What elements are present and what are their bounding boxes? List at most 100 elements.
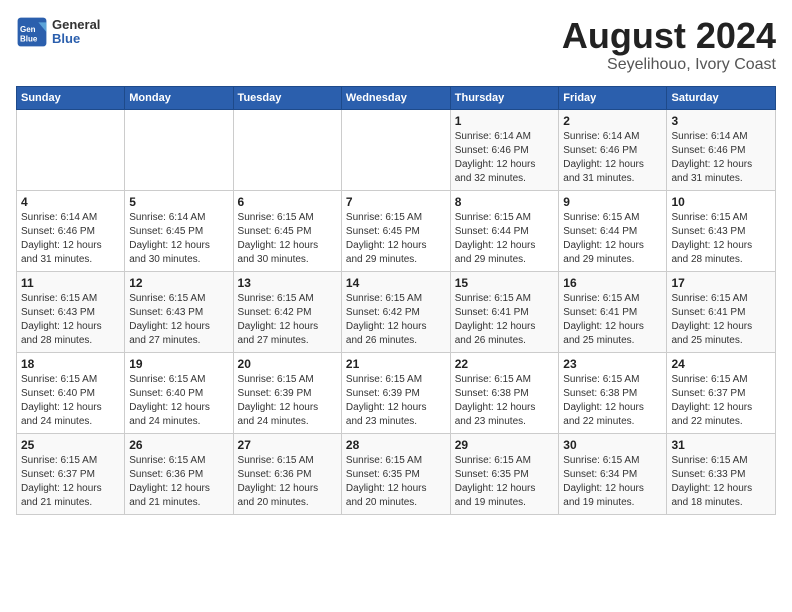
calendar-cell [17,109,125,190]
days-of-week-row: SundayMondayTuesdayWednesdayThursdayFrid… [17,86,776,109]
calendar-cell [233,109,341,190]
calendar-cell: 19Sunrise: 6:15 AM Sunset: 6:40 PM Dayli… [125,352,233,433]
day-number: 14 [346,276,446,290]
day-of-week-header: Tuesday [233,86,341,109]
calendar-week-row: 25 Sunrise: 6:15 AM Sunset: 6:37 PM Dayli… [17,433,776,514]
day-of-week-header: Monday [125,86,233,109]
day-number: 10 [671,195,771,209]
calendar-cell: 5Sunrise: 6:14 AM Sunset: 6:45 PM Daylig… [125,190,233,271]
day-number: 24 [671,357,771,371]
day-info: Sunrise: 6:15 AM Sunset: 6:41 PM Dayligh… [563,292,662,348]
calendar-cell: 25 Sunrise: 6:15 AM Sunset: 6:37 PM Dayli… [17,433,125,514]
day-info: Sunrise: 6:15 AM Sunset: 6:41 PM Dayligh… [671,292,771,348]
day-number: 28 [346,438,446,452]
day-info: Sunrise: 6:15 AM Sunset: 6:38 PM Dayligh… [563,373,662,429]
calendar-cell: 17Sunrise: 6:15 AM Sunset: 6:41 PM Dayli… [667,271,776,352]
calendar-cell: 14 Sunrise: 6:15 AM Sunset: 6:42 PM Dayli… [341,271,450,352]
svg-text:Gen: Gen [20,25,36,34]
calendar-cell: 12 Sunrise: 6:15 AM Sunset: 6:43 PM Dayli… [125,271,233,352]
calendar-cell: 18 Sunrise: 6:15 AM Sunset: 6:40 PM Dayli… [17,352,125,433]
day-number: 20 [238,357,337,371]
calendar-cell: 22 Sunrise: 6:15 AM Sunset: 6:38 PM Dayli… [450,352,559,433]
day-number: 15 [455,276,555,290]
logo-blue-text: Blue [52,32,100,46]
calendar-cell: 23Sunrise: 6:15 AM Sunset: 6:38 PM Dayli… [559,352,667,433]
day-info: Sunrise: 6:15 AM Sunset: 6:39 PM Dayligh… [346,373,446,429]
day-info: Sunrise: 6:15 AM Sunset: 6:33 PM Dayligh… [671,454,771,510]
day-number: 7 [346,195,446,209]
day-info: Sunrise: 6:14 AM Sunset: 6:46 PM Dayligh… [21,211,120,267]
calendar-cell: 13Sunrise: 6:15 AM Sunset: 6:42 PM Dayli… [233,271,341,352]
title-block: August 2024 Seyelihouo, Ivory Coast [562,16,776,74]
day-number: 1 [455,114,555,128]
day-number: 11 [21,276,120,290]
day-number: 2 [563,114,662,128]
calendar-body: 1 Sunrise: 6:14 AM Sunset: 6:46 PM Daylig… [17,109,776,514]
calendar-week-row: 4Sunrise: 6:14 AM Sunset: 6:46 PM Daylig… [17,190,776,271]
calendar-cell: 31 Sunrise: 6:15 AM Sunset: 6:33 PM Dayli… [667,433,776,514]
calendar-cell: 4Sunrise: 6:14 AM Sunset: 6:46 PM Daylig… [17,190,125,271]
day-number: 25 [21,438,120,452]
calendar-cell: 2 Sunrise: 6:14 AM Sunset: 6:46 PM Daylig… [559,109,667,190]
day-info: Sunrise: 6:14 AM Sunset: 6:46 PM Dayligh… [563,130,662,186]
day-info: Sunrise: 6:15 AM Sunset: 6:42 PM Dayligh… [346,292,446,348]
day-of-week-header: Friday [559,86,667,109]
day-of-week-header: Wednesday [341,86,450,109]
day-info: Sunrise: 6:15 AM Sunset: 6:37 PM Dayligh… [671,373,771,429]
calendar-week-row: 11 Sunrise: 6:15 AM Sunset: 6:43 PM Dayli… [17,271,776,352]
logo-text: General Blue [52,18,100,47]
day-info: Sunrise: 6:15 AM Sunset: 6:43 PM Dayligh… [21,292,120,348]
day-of-week-header: Sunday [17,86,125,109]
day-number: 31 [671,438,771,452]
day-number: 22 [455,357,555,371]
calendar-cell: 20 Sunrise: 6:15 AM Sunset: 6:39 PM Dayli… [233,352,341,433]
calendar-cell [341,109,450,190]
day-number: 30 [563,438,662,452]
day-number: 12 [129,276,228,290]
calendar-cell: 26 Sunrise: 6:15 AM Sunset: 6:36 PM Dayli… [125,433,233,514]
calendar-cell: 8Sunrise: 6:15 AM Sunset: 6:44 PM Daylig… [450,190,559,271]
calendar-cell: 30 Sunrise: 6:15 AM Sunset: 6:34 PM Dayli… [559,433,667,514]
calendar-cell: 24 Sunrise: 6:15 AM Sunset: 6:37 PM Dayli… [667,352,776,433]
day-info: Sunrise: 6:15 AM Sunset: 6:43 PM Dayligh… [671,211,771,267]
calendar-cell: 1 Sunrise: 6:14 AM Sunset: 6:46 PM Daylig… [450,109,559,190]
day-info: Sunrise: 6:15 AM Sunset: 6:35 PM Dayligh… [455,454,555,510]
svg-text:Blue: Blue [20,35,38,44]
day-number: 19 [129,357,228,371]
day-number: 27 [238,438,337,452]
calendar-cell: 9 Sunrise: 6:15 AM Sunset: 6:44 PM Daylig… [559,190,667,271]
day-number: 26 [129,438,228,452]
day-info: Sunrise: 6:15 AM Sunset: 6:40 PM Dayligh… [21,373,120,429]
day-of-week-header: Thursday [450,86,559,109]
day-info: Sunrise: 6:15 AM Sunset: 6:38 PM Dayligh… [455,373,555,429]
day-number: 9 [563,195,662,209]
day-number: 18 [21,357,120,371]
calendar-cell: 7 Sunrise: 6:15 AM Sunset: 6:45 PM Daylig… [341,190,450,271]
calendar-cell: 3Sunrise: 6:14 AM Sunset: 6:46 PM Daylig… [667,109,776,190]
calendar-cell: 21Sunrise: 6:15 AM Sunset: 6:39 PM Dayli… [341,352,450,433]
calendar-cell: 6 Sunrise: 6:15 AM Sunset: 6:45 PM Daylig… [233,190,341,271]
calendar-cell: 15Sunrise: 6:15 AM Sunset: 6:41 PM Dayli… [450,271,559,352]
day-info: Sunrise: 6:14 AM Sunset: 6:45 PM Dayligh… [129,211,228,267]
calendar-cell: 16 Sunrise: 6:15 AM Sunset: 6:41 PM Dayli… [559,271,667,352]
day-info: Sunrise: 6:15 AM Sunset: 6:36 PM Dayligh… [129,454,228,510]
day-info: Sunrise: 6:15 AM Sunset: 6:36 PM Dayligh… [238,454,337,510]
calendar-header: SundayMondayTuesdayWednesdayThursdayFrid… [17,86,776,109]
day-info: Sunrise: 6:15 AM Sunset: 6:37 PM Dayligh… [21,454,120,510]
day-info: Sunrise: 6:14 AM Sunset: 6:46 PM Dayligh… [455,130,555,186]
day-number: 6 [238,195,337,209]
day-info: Sunrise: 6:15 AM Sunset: 6:34 PM Dayligh… [563,454,662,510]
page-subtitle: Seyelihouo, Ivory Coast [562,56,776,74]
day-info: Sunrise: 6:15 AM Sunset: 6:45 PM Dayligh… [238,211,337,267]
day-number: 16 [563,276,662,290]
day-info: Sunrise: 6:15 AM Sunset: 6:39 PM Dayligh… [238,373,337,429]
page-header: Gen Blue General Blue August 2024 Seyeli… [16,16,776,74]
calendar-cell: 11 Sunrise: 6:15 AM Sunset: 6:43 PM Dayli… [17,271,125,352]
day-info: Sunrise: 6:15 AM Sunset: 6:45 PM Dayligh… [346,211,446,267]
calendar-week-row: 1 Sunrise: 6:14 AM Sunset: 6:46 PM Daylig… [17,109,776,190]
calendar-cell: 29Sunrise: 6:15 AM Sunset: 6:35 PM Dayli… [450,433,559,514]
day-info: Sunrise: 6:15 AM Sunset: 6:43 PM Dayligh… [129,292,228,348]
day-info: Sunrise: 6:15 AM Sunset: 6:44 PM Dayligh… [563,211,662,267]
logo-general-text: General [52,18,100,32]
calendar-cell: 28Sunrise: 6:15 AM Sunset: 6:35 PM Dayli… [341,433,450,514]
